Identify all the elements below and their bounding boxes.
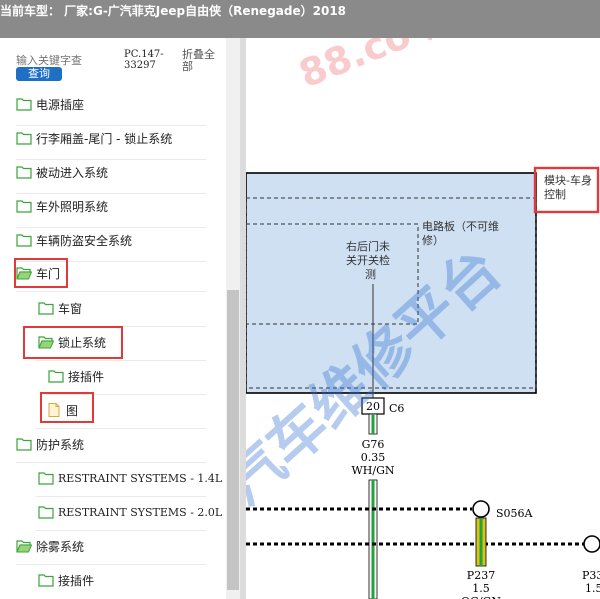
search-button[interactable]: 查询 (16, 67, 62, 81)
folder-icon (16, 438, 32, 451)
tree-item-label: 车外照明系统 (36, 199, 109, 214)
watermark: 88.co 汽车维修平台 (293, 38, 600, 96)
connector-label: C6 (389, 402, 404, 415)
wire2-circuit: P237 (467, 569, 495, 582)
wiring-diagram: 88.co 汽车维修平台 电路板（不可维 修） 右后门未 关开关检 测 模块-车… (246, 38, 600, 599)
tree-item-passive-entry[interactable]: 被动进入系统 (16, 161, 108, 183)
wire2-gauge: 1.5 (472, 582, 490, 595)
tree-item-restraint-2-0l[interactable]: RESTRAINT SYSTEMS - 2.0L (38, 501, 222, 523)
folder-open-icon (16, 540, 32, 553)
folder-icon (48, 370, 64, 383)
wire3-circuit: P33 (582, 569, 600, 582)
collapse-all-link[interactable]: 折叠全部 (182, 49, 222, 73)
wire-gauge: 0.35 (361, 451, 386, 464)
wire-circuit: G76 (362, 438, 385, 451)
highlight-diagram (40, 392, 94, 423)
sensor-label-1: 右后门未 (346, 239, 390, 253)
wire-color: WH/GN (351, 464, 394, 477)
scrollbar-thumb[interactable] (227, 290, 239, 590)
tree-item-windows[interactable]: 车窗 (38, 297, 82, 319)
vehicle-title: 当前车型： 厂家:G-广汽菲克Jeep自由侠（Renegade）2018 (0, 4, 347, 18)
sidebar-scrollbar[interactable] (226, 38, 240, 599)
pc-code: PC.147-33297 (124, 49, 164, 71)
tree-item-power-outlet[interactable]: 电源插座 (16, 93, 84, 115)
tree-item-trunk-liftgate-locking[interactable]: 行李厢盖-尾门 - 锁止系统 (16, 127, 172, 149)
board-label-2: 修） (422, 233, 444, 247)
wire2-color: OG/GN (461, 595, 501, 599)
tree-item-label: 行李厢盖-尾门 - 锁止系统 (36, 131, 173, 146)
folder-icon (16, 166, 32, 179)
tree-item-label: 接插件 (58, 573, 95, 588)
tree-item-label: RESTRAINT SYSTEMS - 2.0L (58, 505, 223, 519)
folder-icon (16, 98, 32, 111)
tree-item-connectors[interactable]: 接插件 (48, 365, 104, 387)
module-label-1: 模块-车身 (544, 173, 592, 187)
sensor-label-3: 测 (365, 268, 376, 281)
splice-label: S056A (496, 507, 534, 520)
tree-item-restraint-system[interactable]: 防护系统 (16, 433, 84, 455)
folder-icon (16, 200, 32, 213)
tree-item-defog[interactable]: 除雾系统 (16, 535, 84, 557)
tree-item-label: 被动进入系统 (36, 165, 109, 180)
tree-item-label: 车窗 (58, 301, 83, 316)
tree-item-label: 除雾系统 (36, 539, 85, 554)
folder-icon (16, 132, 32, 145)
folder-icon (38, 302, 54, 315)
sidebar: 查询 PC.147-33297 折叠全部 电源插座 行李厢盖-尾门 - 锁止系统… (0, 38, 240, 599)
wire3-gauge: 1.5 (585, 582, 600, 595)
tree-item-label: 防护系统 (36, 437, 85, 452)
tree-item-label: 接插件 (68, 369, 105, 384)
tree-item-exterior-lighting[interactable]: 车外照明系统 (16, 195, 108, 217)
board-label-1: 电路板（不可维 (422, 219, 499, 233)
tree-item-anti-theft[interactable]: 车辆防盗安全系统 (16, 229, 132, 251)
folder-icon (38, 574, 54, 587)
folder-icon (38, 472, 54, 485)
folder-icon (38, 506, 54, 519)
tree-item-label: 车辆防盗安全系统 (36, 233, 133, 248)
folder-icon (16, 234, 32, 247)
tree-item-label: RESTRAINT SYSTEMS - 1.4L (58, 471, 223, 485)
splice-node-2 (583, 535, 600, 553)
tree-item-restraint-1-4l[interactable]: RESTRAINT SYSTEMS - 1.4L (38, 467, 222, 489)
highlight-doors (14, 258, 68, 288)
tree-item-defog-connectors[interactable]: 接插件 (38, 569, 94, 591)
module-label-2: 控制 (544, 187, 566, 201)
sensor-label-2: 关开关检 (346, 253, 390, 267)
tree-item-label: 电源插座 (36, 97, 85, 112)
splice-node (472, 500, 490, 518)
highlight-locking-system (23, 326, 123, 359)
top-bar: 当前车型： 厂家:G-广汽菲克Jeep自由侠（Renegade）2018 (0, 0, 600, 38)
search-input[interactable] (16, 53, 120, 67)
